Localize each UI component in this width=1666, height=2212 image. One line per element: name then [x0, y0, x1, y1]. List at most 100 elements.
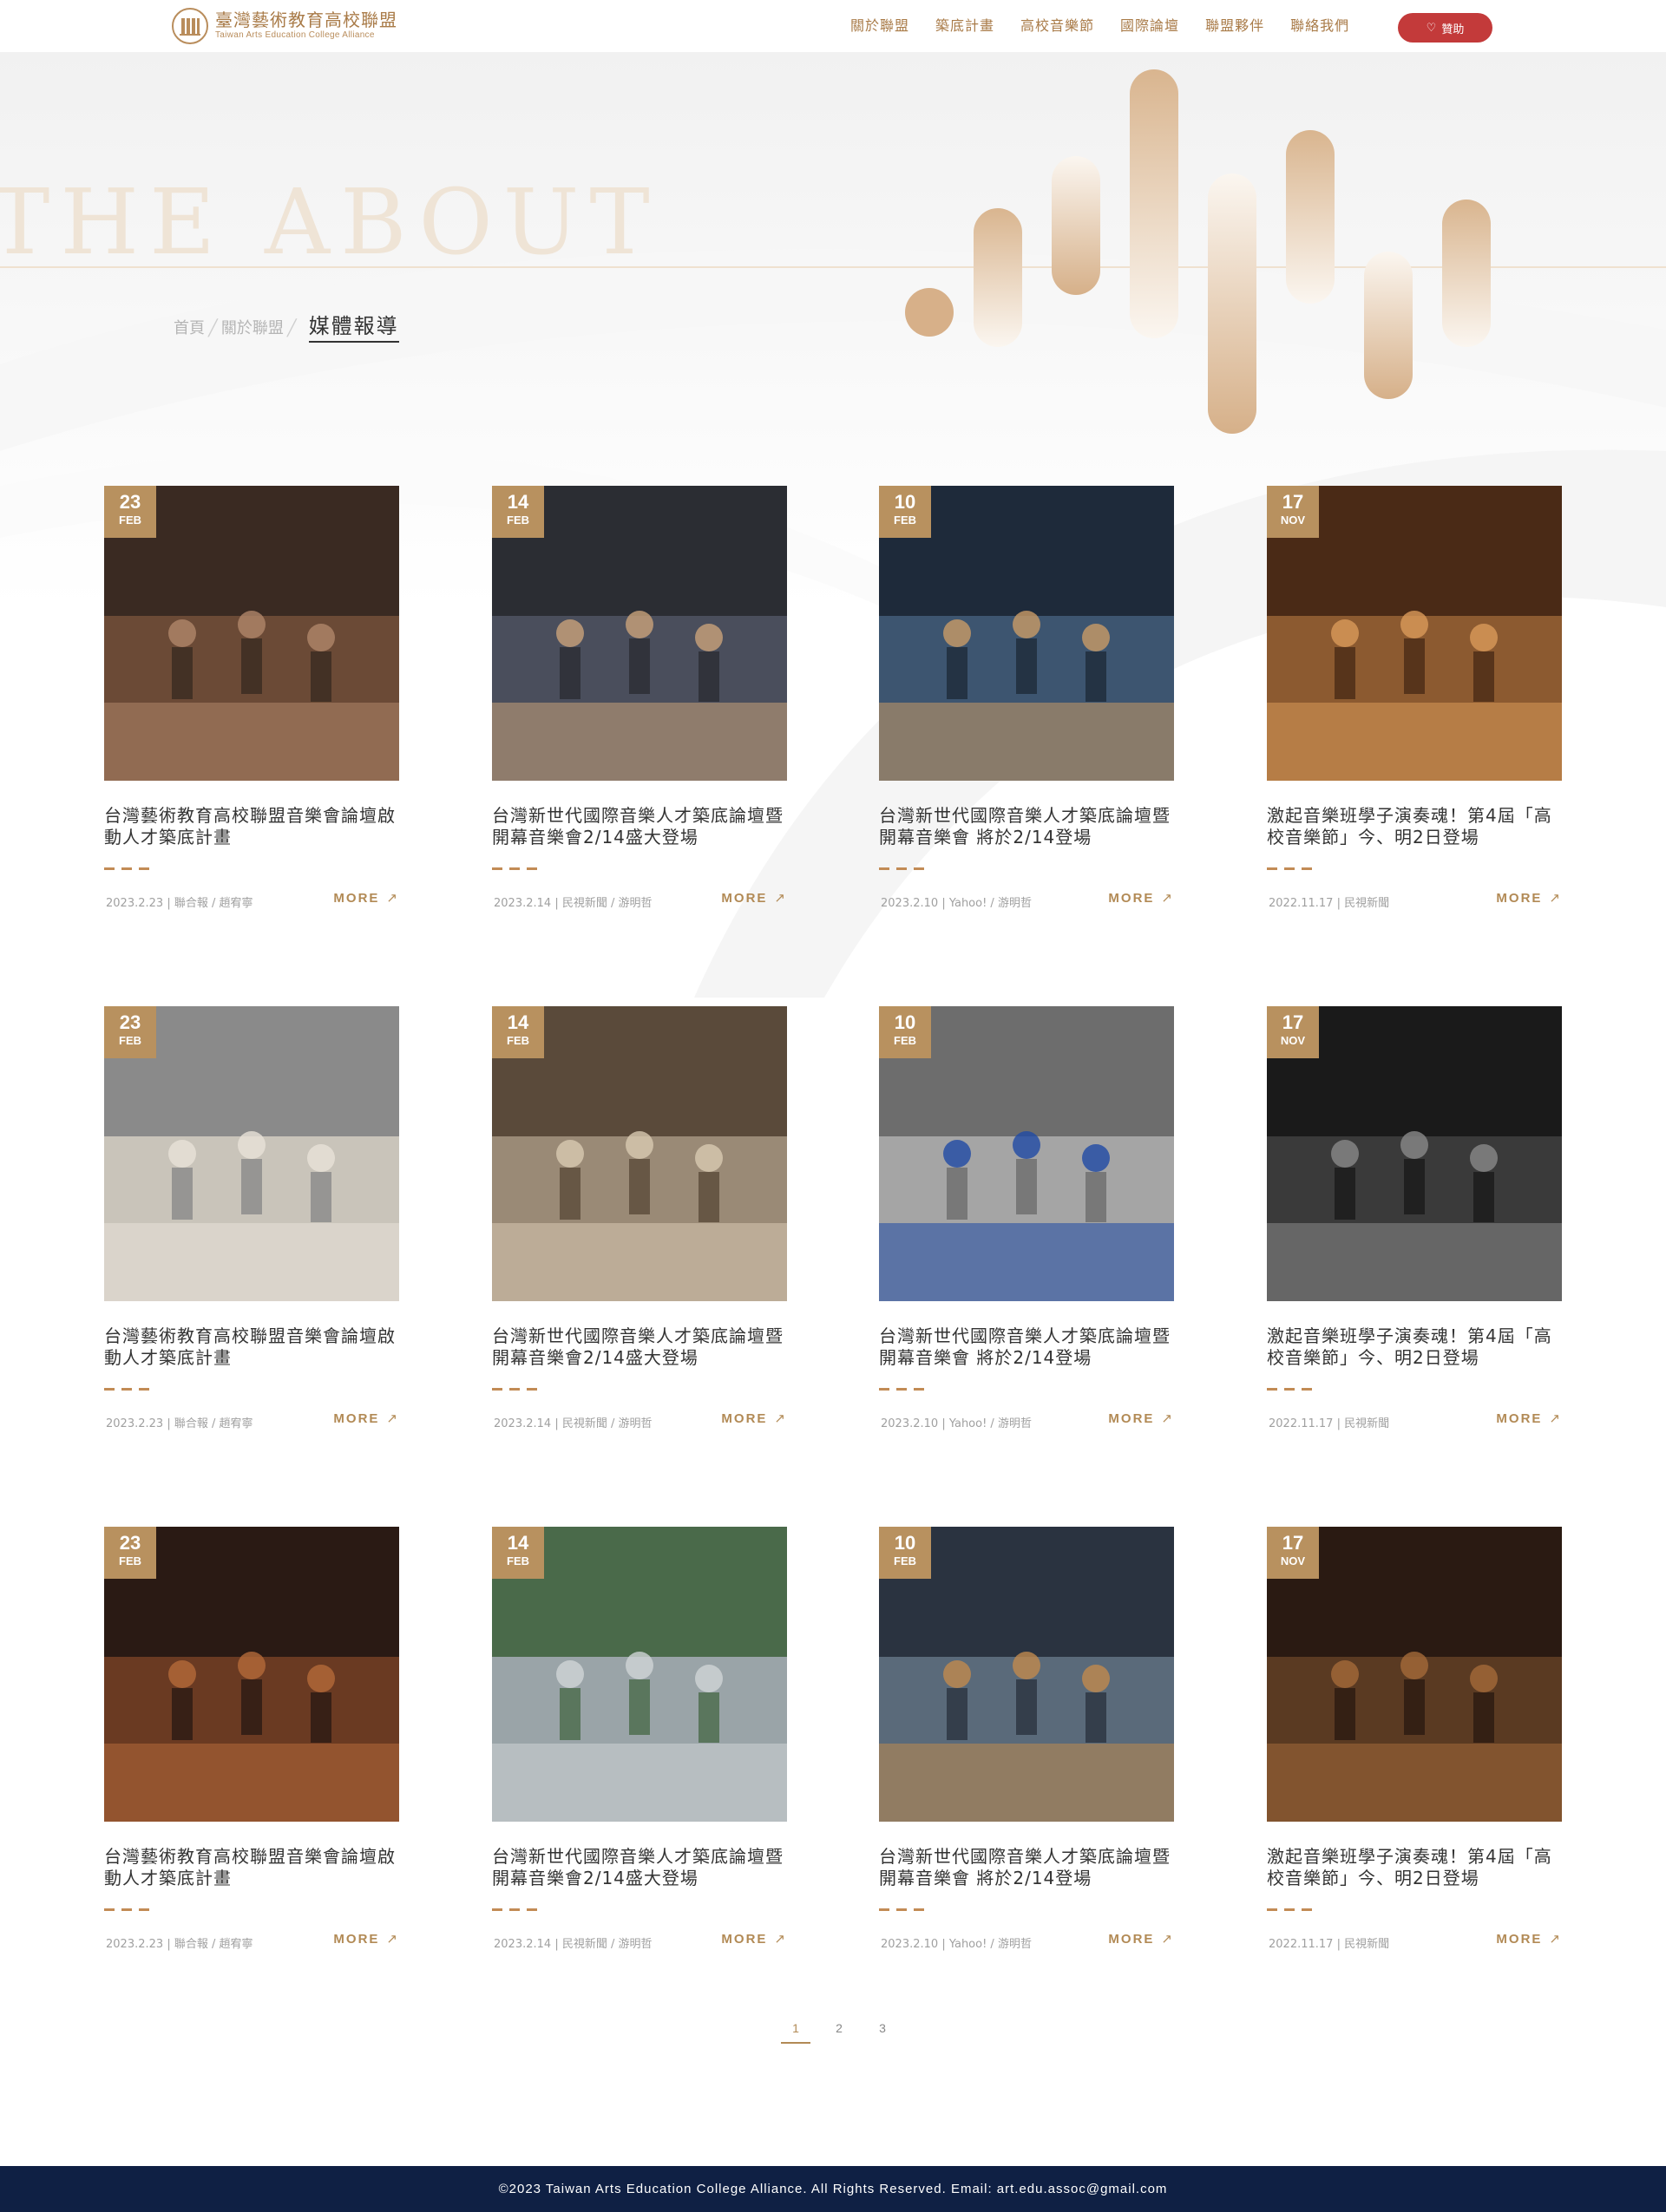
date-day: 17: [1282, 1532, 1304, 1554]
article-title[interactable]: 台灣新世代國際音樂人才築底論壇暨開幕音樂會2/14盛大登場: [492, 1846, 787, 1889]
article-title[interactable]: 台灣新世代國際音樂人才築底論壇暨開幕音樂會2/14盛大登場: [492, 1325, 787, 1369]
more-link[interactable]: MORE ↗: [333, 1410, 399, 1426]
article-date: 2023.2.23: [106, 897, 164, 910]
article-photo[interactable]: 10 FEB: [879, 1006, 1174, 1301]
date-badge: 10 FEB: [879, 486, 931, 538]
nav-item-music-festival[interactable]: 高校音樂節: [1020, 16, 1094, 36]
nav-item-about[interactable]: 關於聯盟: [850, 16, 909, 36]
article-date: 2023.2.14: [494, 1938, 552, 1951]
page-title: 媒體報導: [308, 309, 399, 343]
dash-divider: [1267, 1388, 1312, 1391]
date-day: 17: [1282, 1011, 1304, 1033]
article-photo[interactable]: 23 FEB: [104, 1527, 399, 1822]
meta-separator: |: [554, 1938, 562, 1951]
brand-name-zh: 臺灣藝術教育高校聯盟: [215, 10, 397, 30]
article-title[interactable]: 激起音樂班學子演奏魂！第4屆「高校音樂節」今、明2日登場: [1267, 805, 1562, 848]
site-logo[interactable]: 臺灣藝術教育高校聯盟 Taiwan Arts Education College…: [172, 8, 397, 44]
date-badge: 23 FEB: [104, 486, 156, 538]
more-link[interactable]: MORE ↗: [333, 890, 399, 906]
article-photo[interactable]: 14 FEB: [492, 486, 787, 781]
dash-divider: [104, 1908, 149, 1912]
nav-item-contact[interactable]: 聯絡我們: [1290, 16, 1349, 36]
page-link-3[interactable]: 3: [868, 2021, 897, 2044]
nav-item-forum[interactable]: 國際論壇: [1120, 16, 1179, 36]
article-title[interactable]: 台灣藝術教育高校聯盟音樂會論壇啟動人才築底計畫: [104, 1325, 399, 1369]
article-photo[interactable]: 10 FEB: [879, 486, 1174, 781]
article-source: 聯合報 / 趙宥寧: [174, 1938, 253, 1951]
more-link[interactable]: MORE ↗: [721, 890, 787, 906]
article-date: 2023.2.10: [881, 1938, 939, 1951]
article-meta: 2023.2.10 | Yahoo! / 游明哲: [881, 1414, 1032, 1430]
pagination: 1 2 3: [781, 2021, 911, 2044]
article-title[interactable]: 台灣新世代國際音樂人才築底論壇暨開幕音樂會 將於2/14登場: [879, 1325, 1174, 1369]
page-link-2[interactable]: 2: [824, 2021, 854, 2044]
article-card: 14 FEB 台灣新世代國際音樂人才築底論壇暨開幕音樂會2/14盛大登場 202…: [492, 1527, 787, 1960]
article-source: 聯合報 / 趙宥寧: [174, 1417, 253, 1430]
date-month: NOV: [1280, 1034, 1306, 1047]
more-label: MORE: [721, 891, 768, 906]
meta-separator: |: [941, 1417, 949, 1430]
article-date: 2023.2.23: [106, 1938, 164, 1951]
arrow-up-right-icon: ↗: [1161, 1411, 1174, 1426]
article-photo[interactable]: 23 FEB: [104, 486, 399, 781]
article-title[interactable]: 台灣藝術教育高校聯盟音樂會論壇啟動人才築底計畫: [104, 1846, 399, 1889]
article-source: 民視新聞 / 游明哲: [561, 897, 653, 910]
meta-separator: |: [941, 897, 949, 910]
more-link[interactable]: MORE ↗: [1496, 1410, 1562, 1426]
article-title[interactable]: 激起音樂班學子演奏魂！第4屆「高校音樂節」今、明2日登場: [1267, 1846, 1562, 1889]
article-photo[interactable]: 14 FEB: [492, 1006, 787, 1301]
meta-separator: |: [941, 1938, 949, 1951]
more-label: MORE: [1108, 1411, 1155, 1426]
meta-separator: |: [1336, 897, 1345, 910]
article-photo[interactable]: 17 NOV: [1267, 1006, 1562, 1301]
breadcrumb-home[interactable]: 首頁: [174, 316, 205, 338]
article-photo[interactable]: 23 FEB: [104, 1006, 399, 1301]
date-month: FEB: [894, 1034, 916, 1047]
nav-item-partners[interactable]: 聯盟夥伴: [1205, 16, 1264, 36]
more-link[interactable]: MORE ↗: [1108, 1931, 1174, 1947]
donate-button[interactable]: ♡ 贊助: [1398, 13, 1492, 43]
dash-divider: [104, 867, 149, 871]
date-month: FEB: [119, 1554, 141, 1567]
article-title[interactable]: 台灣新世代國際音樂人才築底論壇暨開幕音樂會 將於2/14登場: [879, 805, 1174, 848]
article-date: 2023.2.14: [494, 897, 552, 910]
more-link[interactable]: MORE ↗: [1496, 890, 1562, 906]
more-label: MORE: [1108, 891, 1155, 906]
meta-separator: |: [554, 897, 562, 910]
date-badge: 14 FEB: [492, 1006, 544, 1058]
article-photo[interactable]: 14 FEB: [492, 1527, 787, 1822]
article-source: 民視新聞: [1344, 897, 1390, 910]
dash-divider: [104, 1388, 149, 1391]
more-link[interactable]: MORE ↗: [721, 1410, 787, 1426]
date-badge: 17 NOV: [1267, 1006, 1319, 1058]
more-link[interactable]: MORE ↗: [1496, 1931, 1562, 1947]
article-card: 17 NOV 激起音樂班學子演奏魂！第4屆「高校音樂節」今、明2日登場 2022…: [1267, 486, 1562, 919]
article-title[interactable]: 台灣藝術教育高校聯盟音樂會論壇啟動人才築底計畫: [104, 805, 399, 848]
article-title[interactable]: 台灣新世代國際音樂人才築底論壇暨開幕音樂會 將於2/14登場: [879, 1846, 1174, 1889]
breadcrumb-about[interactable]: 關於聯盟: [221, 316, 284, 338]
more-link[interactable]: MORE ↗: [721, 1931, 787, 1947]
meta-separator: |: [167, 1417, 174, 1430]
nav-item-foundation-plan[interactable]: 築底計畫: [935, 16, 994, 36]
more-link[interactable]: MORE ↗: [1108, 1410, 1174, 1426]
article-card: 17 NOV 激起音樂班學子演奏魂！第4屆「高校音樂節」今、明2日登場 2022…: [1267, 1006, 1562, 1440]
article-meta: 2023.2.23 | 聯合報 / 趙宥寧: [106, 1414, 253, 1430]
article-title[interactable]: 台灣新世代國際音樂人才築底論壇暨開幕音樂會2/14盛大登場: [492, 805, 787, 848]
arrow-up-right-icon: ↗: [1549, 891, 1562, 906]
arrow-up-right-icon: ↗: [386, 891, 399, 906]
date-day: 10: [894, 1011, 916, 1033]
footer-copyright: ©2023 Taiwan Arts Education College Alli…: [498, 2182, 1168, 2196]
more-link[interactable]: MORE ↗: [333, 1931, 399, 1947]
date-day: 17: [1282, 491, 1304, 513]
article-title[interactable]: 激起音樂班學子演奏魂！第4屆「高校音樂節」今、明2日登場: [1267, 1325, 1562, 1369]
page-link-1[interactable]: 1: [781, 2021, 810, 2044]
article-photo[interactable]: 17 NOV: [1267, 486, 1562, 781]
article-source: 民視新聞: [1344, 1417, 1390, 1430]
heart-icon: ♡: [1426, 21, 1437, 35]
more-label: MORE: [333, 891, 380, 906]
article-photo[interactable]: 17 NOV: [1267, 1527, 1562, 1822]
article-photo[interactable]: 10 FEB: [879, 1527, 1174, 1822]
more-link[interactable]: MORE ↗: [1108, 890, 1174, 906]
breadcrumb-separator: ╱: [286, 319, 297, 337]
article-date: 2023.2.14: [494, 1417, 552, 1430]
